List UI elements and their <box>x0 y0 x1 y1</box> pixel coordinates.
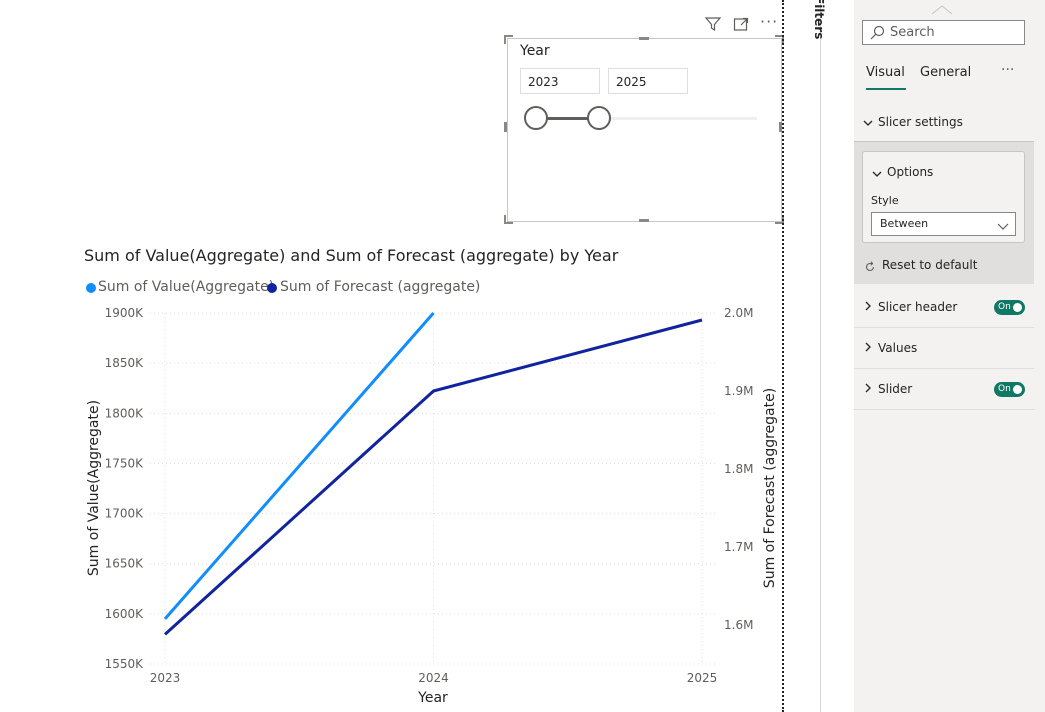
toggle-knob <box>1013 385 1022 394</box>
y-right-tick-label: 1.7M <box>724 540 753 554</box>
y-left-tick-label: 1650K <box>105 557 145 571</box>
series-line-value <box>163 312 435 620</box>
toggle-text: On <box>998 302 1011 312</box>
y-left-tick-label: 1750K <box>105 456 145 470</box>
style-dropdown-value: Between <box>880 217 929 230</box>
chevron-down-icon <box>997 218 1009 237</box>
search-icon <box>869 25 885 45</box>
toggle-knob <box>1013 303 1022 312</box>
search-placeholder: Search <box>890 25 935 40</box>
filters-pane-collapsed[interactable] <box>820 0 855 712</box>
active-tab-indicator <box>866 88 906 90</box>
y-left-tick-label: 1850K <box>105 356 145 370</box>
y-left-tick-label: 1600K <box>105 607 145 621</box>
y-right-tick-label: 2.0M <box>724 306 753 320</box>
filters-pane-label[interactable]: Filters <box>812 0 826 39</box>
values-label[interactable]: Values <box>878 341 917 355</box>
slider-label[interactable]: Slider <box>878 382 912 396</box>
style-label: Style <box>871 194 899 207</box>
slicer-header-label[interactable]: Slicer header <box>878 300 957 314</box>
x-tick-label: 2025 <box>687 671 718 685</box>
x-tick-label: 2024 <box>418 671 449 685</box>
chevron-right-icon <box>862 382 874 397</box>
toggle-text: On <box>998 384 1011 394</box>
more-options-icon[interactable]: ··· <box>1001 62 1014 78</box>
chevron-right-icon <box>862 300 874 315</box>
y-axis-right-title: Sum of Forecast (aggregate) <box>762 388 778 588</box>
x-tick-label: 2023 <box>150 671 181 685</box>
tab-visual[interactable]: Visual <box>866 65 905 80</box>
chevron-down-icon <box>871 165 883 184</box>
y-axis-left-title: Sum of Value(Aggregate) <box>86 400 102 576</box>
y-left-tick-label: 1800K <box>105 406 145 420</box>
y-right-tick-label: 1.9M <box>724 384 753 398</box>
chevron-right-icon <box>862 341 874 356</box>
x-axis-title: Year <box>417 690 448 706</box>
reset-icon <box>864 258 876 277</box>
y-left-tick-label: 1700K <box>105 507 145 521</box>
y-left-tick-label: 1900K <box>105 306 145 320</box>
y-right-tick-label: 1.6M <box>724 618 753 632</box>
slicer-settings-label[interactable]: Slicer settings <box>878 115 963 129</box>
pane-pointer-icon <box>930 0 954 19</box>
y-right-tick-label: 1.8M <box>724 462 753 476</box>
reset-to-default-link[interactable]: Reset to default <box>882 258 977 272</box>
options-label[interactable]: Options <box>887 165 933 179</box>
tab-general[interactable]: General <box>920 65 971 80</box>
chevron-down-icon <box>862 114 874 133</box>
search-input[interactable] <box>862 20 1025 45</box>
y-left-tick-label: 1550K <box>105 657 145 671</box>
line-chart[interactable]: 1550K 1600K 1650K 1700K 1750K 1800K 1850K 1900K… <box>0 0 785 712</box>
